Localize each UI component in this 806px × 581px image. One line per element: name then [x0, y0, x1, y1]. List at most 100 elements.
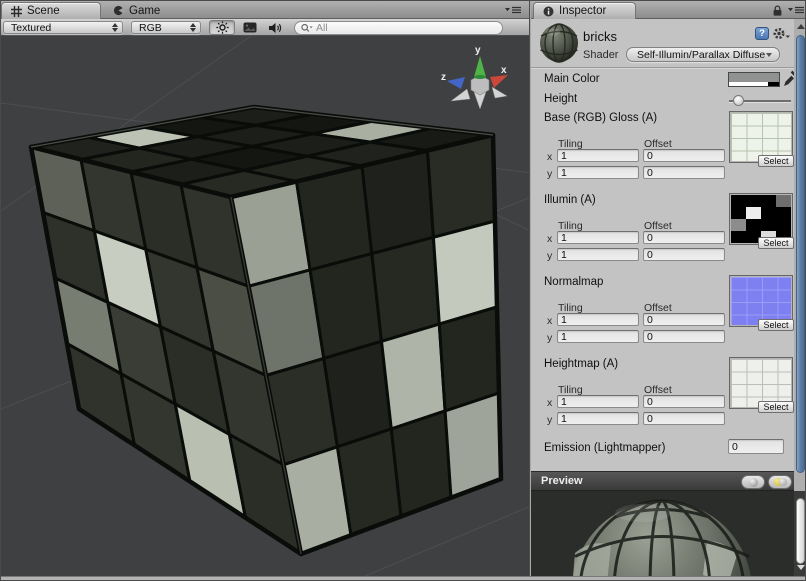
lighting-toggle-icon — [774, 478, 787, 486]
scene-viewport[interactable]: y x z — [1, 36, 529, 576]
gizmo-y-axis-cone[interactable] — [474, 56, 486, 77]
material-sphere-thumbnail — [539, 23, 579, 63]
updown-arrows-icon — [190, 23, 196, 32]
gear-menu-button[interactable] — [772, 26, 791, 41]
orientation-gizmo[interactable]: y x z — [441, 45, 508, 109]
tiling-y-field[interactable] — [557, 330, 639, 343]
gizmo-z-label: z — [441, 72, 446, 83]
x-row-label: x — [547, 151, 552, 163]
texture-grid-pattern — [731, 359, 791, 407]
alpha-bar — [729, 82, 779, 86]
emission-label: Emission (Lightmapper) — [544, 442, 665, 454]
preview-scrollbar-thumb[interactable] — [796, 498, 805, 564]
texture-select-button[interactable]: Select — [758, 319, 794, 331]
search-icon — [301, 23, 313, 33]
sphere-icon — [749, 478, 758, 487]
tiling-y-field[interactable] — [557, 166, 639, 179]
y-row-label: y — [547, 168, 552, 180]
offset-x-field[interactable] — [643, 313, 725, 326]
texture-select-button[interactable]: Select — [758, 401, 794, 413]
tiling-x-field[interactable] — [557, 231, 639, 244]
main-color-label: Main Color — [544, 73, 600, 85]
offset-y-field[interactable] — [643, 330, 725, 343]
divider — [531, 67, 794, 68]
texture-select-button[interactable]: Select — [758, 237, 794, 249]
tiling-x-field[interactable] — [557, 313, 639, 326]
material-name: bricks — [583, 29, 617, 44]
preview-sphere-button[interactable] — [741, 475, 765, 489]
emission-field[interactable] — [728, 439, 784, 454]
color-mode-dropdown[interactable]: RGB — [131, 21, 201, 34]
audio-toggle-button[interactable] — [263, 20, 287, 35]
preview-sphere — [531, 491, 794, 576]
texture-section-base-rgb-gloss-a: Base (RGB) Gloss (A)SelectTilingOffsetxy — [531, 111, 794, 193]
inspector-scrollbar[interactable] — [794, 19, 806, 576]
scene-3d-render: y x z — [1, 36, 529, 576]
skybox-fx-toggle-button[interactable] — [238, 20, 262, 35]
tab-scene[interactable]: Scene — [1, 2, 101, 19]
scrollbar-thumb[interactable] — [796, 35, 805, 473]
texture-section-title: Illumin (A) — [544, 194, 596, 206]
tab-game[interactable]: Game — [104, 2, 206, 19]
updown-arrows-icon — [112, 23, 118, 32]
search-input[interactable] — [316, 22, 496, 34]
lock-icon[interactable] — [772, 4, 783, 17]
tiling-y-field[interactable] — [557, 412, 639, 425]
gizmo-neutral-axis[interactable] — [492, 87, 507, 98]
scroll-up-icon[interactable] — [797, 24, 805, 29]
shader-dropdown[interactable]: Self-Illumin/Parallax Diffuse — [626, 47, 780, 62]
offset-y-field[interactable] — [643, 248, 725, 261]
chevron-down-icon — [766, 53, 772, 57]
offset-x-field[interactable] — [643, 395, 725, 408]
gizmo-x-label: x — [501, 65, 507, 76]
sun-icon — [216, 21, 229, 34]
image-icon — [243, 22, 257, 33]
speaker-icon — [268, 22, 282, 34]
texture-grid-pattern — [731, 277, 791, 325]
y-row-label: y — [547, 414, 552, 426]
tab-game-label: Game — [129, 5, 160, 17]
scene-panel-menu-icon[interactable] — [504, 5, 522, 15]
inspector-panel-menu-icon[interactable] — [787, 5, 805, 15]
game-icon — [113, 5, 124, 16]
offset-x-field[interactable] — [643, 149, 725, 162]
tiling-x-field[interactable] — [557, 149, 639, 162]
draw-mode-value: Textured — [11, 22, 51, 34]
help-button[interactable]: ? — [755, 27, 769, 40]
texture-section-heightmap-a: Heightmap (A)SelectTilingOffsetxy — [531, 357, 794, 439]
scene-grid-icon — [11, 6, 22, 17]
texture-select-button[interactable]: Select — [758, 155, 794, 167]
y-row-label: y — [547, 250, 552, 262]
gizmo-x-axis-cone[interactable] — [490, 75, 508, 88]
gizmo-z-axis-cone[interactable] — [447, 77, 465, 89]
info-icon — [543, 6, 554, 17]
main-color-swatch[interactable] — [728, 72, 780, 87]
height-slider-knob[interactable] — [733, 95, 744, 106]
lighting-toggle-button[interactable] — [209, 20, 235, 35]
scene-search-field[interactable] — [294, 21, 503, 35]
tiling-x-field[interactable] — [557, 395, 639, 408]
x-row-label: x — [547, 233, 552, 245]
window-bottom-strip — [1, 576, 806, 581]
offset-y-field[interactable] — [643, 412, 725, 425]
texture-section-title: Normalmap — [544, 276, 603, 288]
offset-x-field[interactable] — [643, 231, 725, 244]
inspector-panel: Inspector — [531, 1, 806, 576]
texture-section-title: Base (RGB) Gloss (A) — [544, 112, 657, 124]
gizmo-y-label: y — [475, 45, 481, 56]
preview-header[interactable]: Preview — [531, 471, 794, 491]
draw-mode-dropdown[interactable]: Textured — [3, 21, 123, 34]
offset-y-field[interactable] — [643, 166, 725, 179]
preview-lighting-button[interactable] — [768, 475, 792, 489]
gizmo-neutral-axis[interactable] — [451, 89, 470, 101]
height-label: Height — [544, 93, 577, 105]
scroll-down-icon[interactable] — [797, 565, 805, 570]
shader-value: Self-Illumin/Parallax Diffuse — [637, 49, 765, 61]
gear-icon — [772, 26, 791, 41]
tab-inspector[interactable]: Inspector — [533, 2, 636, 19]
x-row-label: x — [547, 315, 552, 327]
texture-section-title: Heightmap (A) — [544, 358, 618, 370]
material-preview-area[interactable] — [531, 491, 794, 576]
texture-grid-pattern — [731, 113, 791, 161]
tiling-y-field[interactable] — [557, 248, 639, 261]
